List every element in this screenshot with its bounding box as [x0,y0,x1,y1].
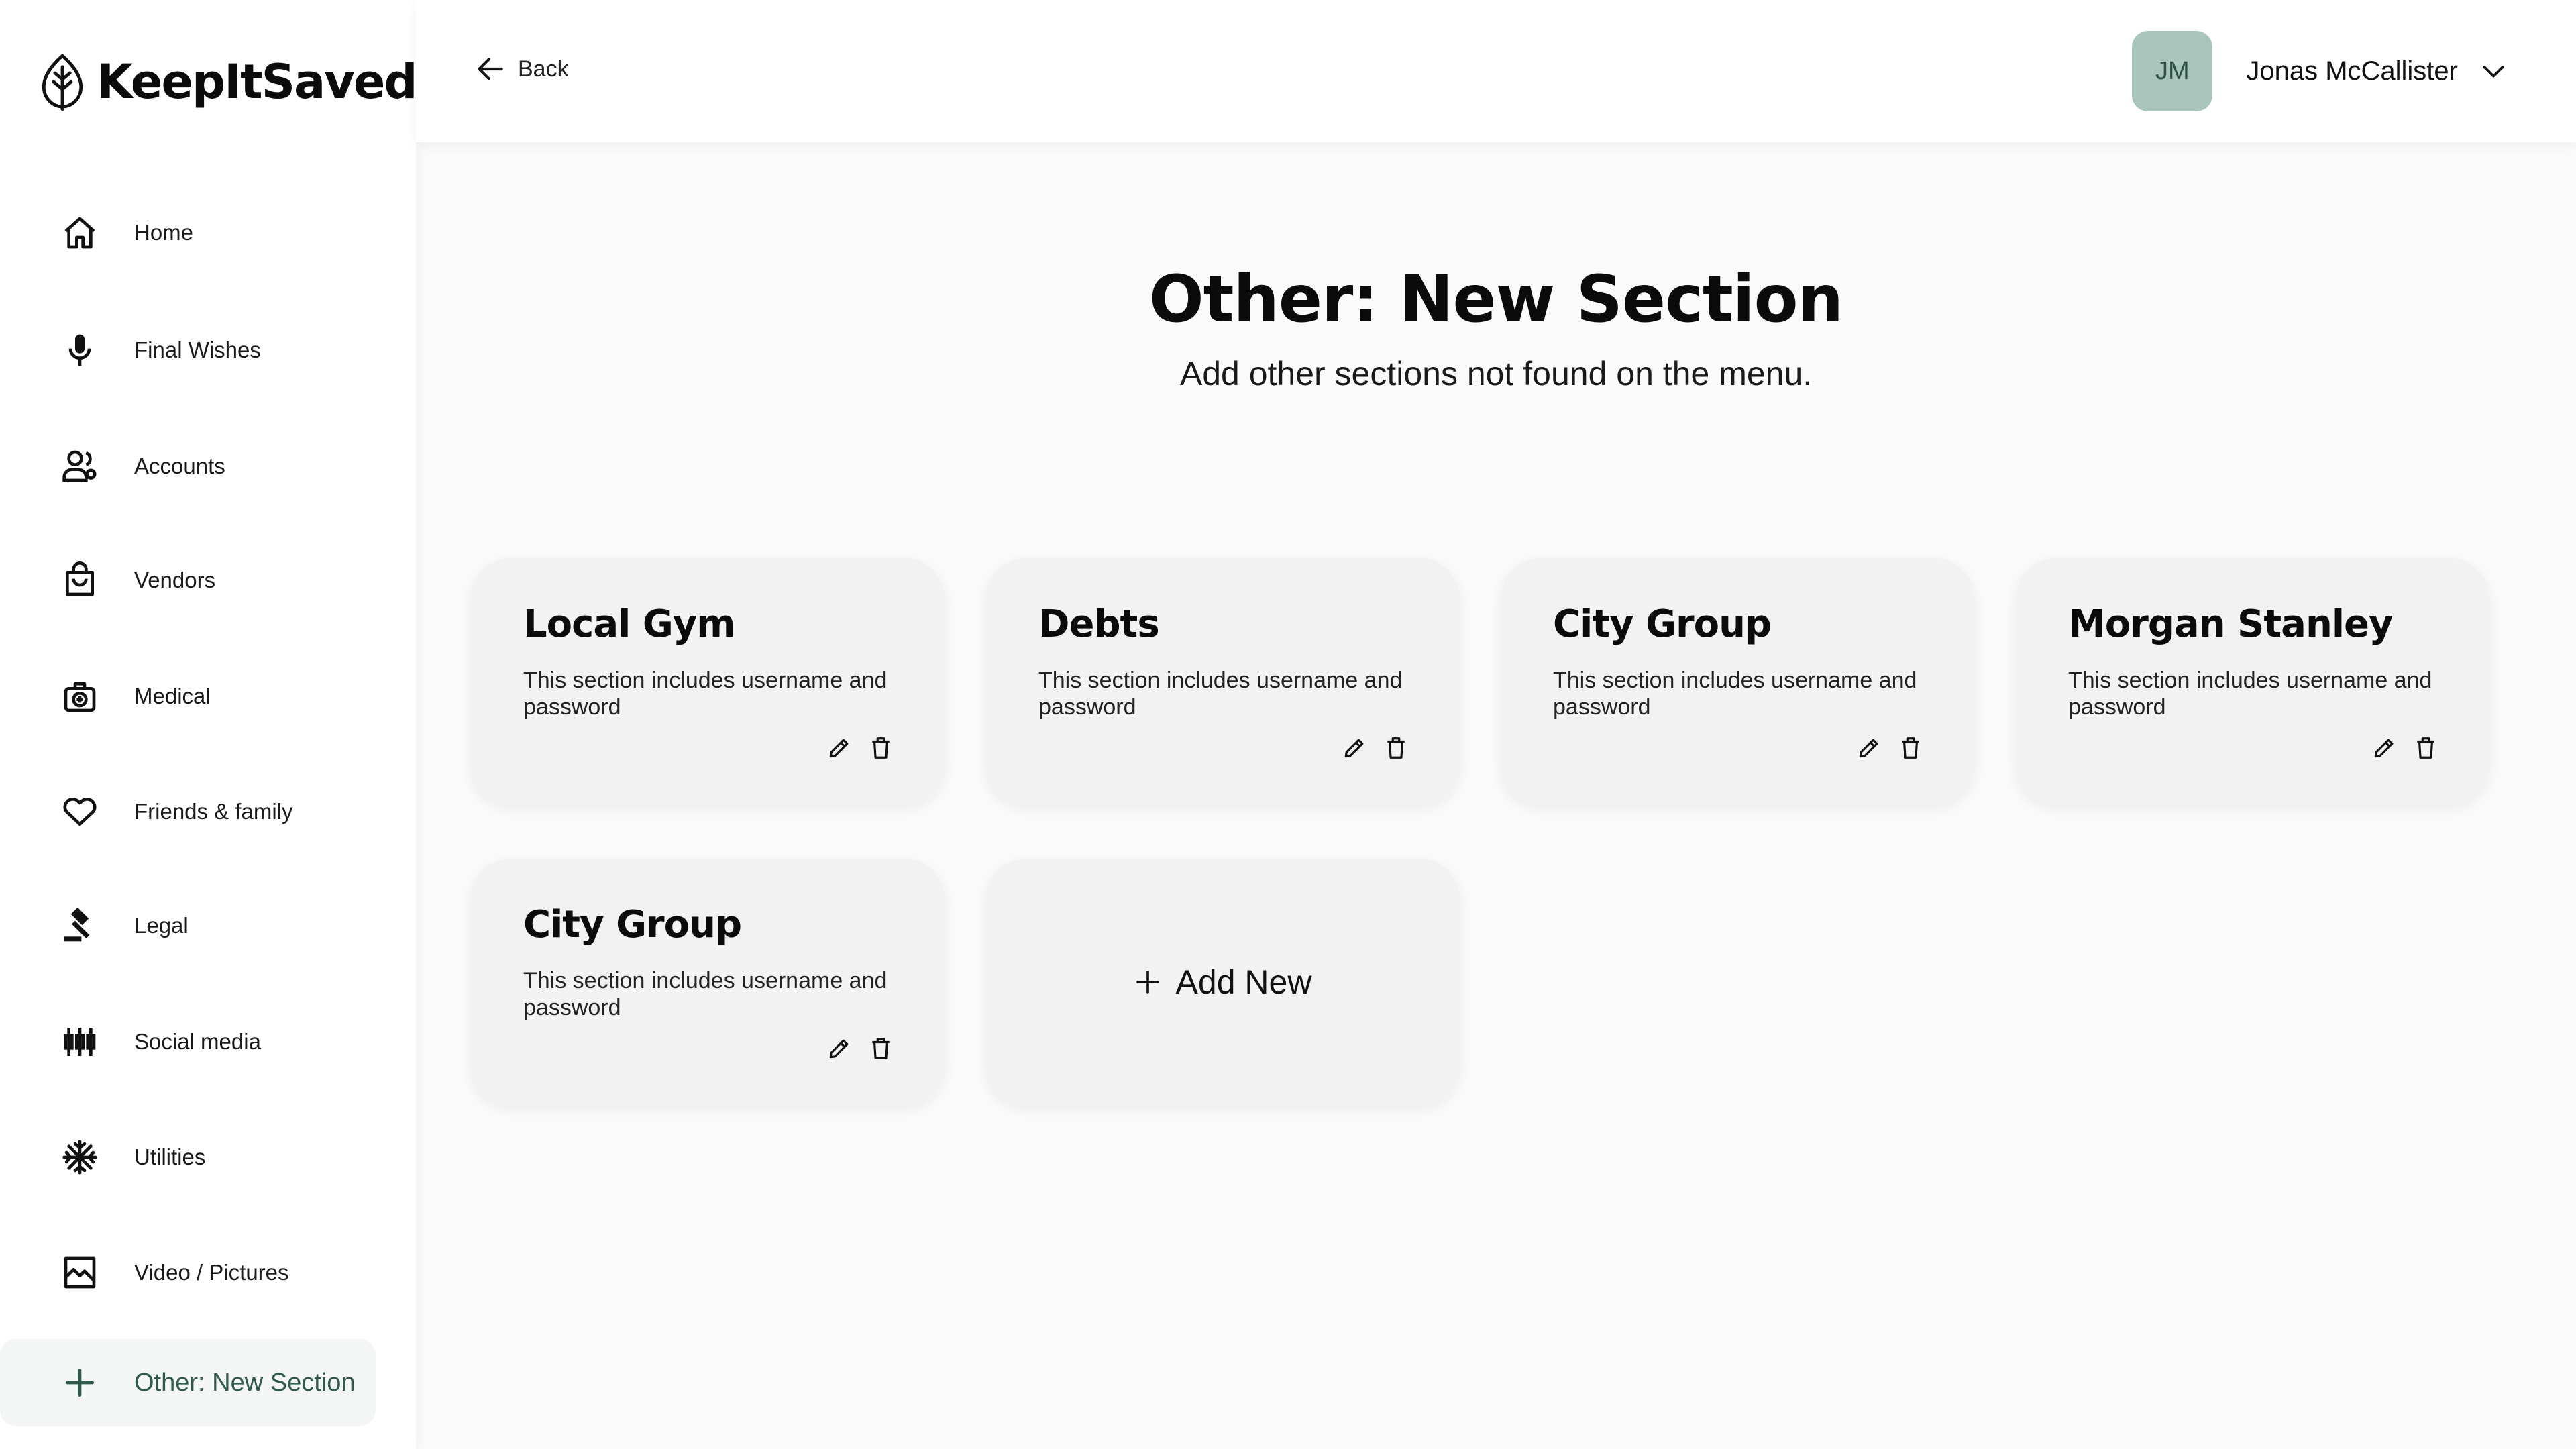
sidebar-item-label: Home [134,220,194,245]
pencil-icon [829,739,849,758]
edit-button[interactable] [1342,735,1367,761]
back-button[interactable]: Back [474,52,569,86]
back-label: Back [518,56,569,82]
image-icon [59,1252,101,1293]
card-actions [1856,735,1923,761]
page-title: Other: New Section [1149,262,1843,337]
user-name[interactable]: Jonas McCallister [2246,56,2458,87]
pencil-icon [1859,739,1878,758]
social-icon [59,1021,101,1063]
trash-icon [2417,737,2434,759]
logo-text: KeepItSaved [97,54,417,109]
card-title: Debts [1038,602,1160,646]
sidebar: KeepItSaved Home Final Wishes Accounts V… [0,0,417,1449]
chevron-down-icon[interactable] [2478,56,2509,87]
sidebar-item-label: Utilities [134,1144,206,1169]
page-subtitle: Add other sections not found on the menu… [1179,355,1813,392]
sidebar-item-label: Final Wishes [134,337,261,362]
gavel-icon [59,905,101,947]
card-actions [1342,735,1409,761]
sidebar-item-legal[interactable]: Legal [0,882,376,969]
sidebar-item-utilities[interactable]: Utilities [0,1114,376,1201]
sidebar-item-label: Social media [134,1029,261,1054]
sidebar-item-label: Friends & family [134,799,293,824]
shopping-bag-icon [59,559,101,601]
edit-button[interactable] [2371,735,2397,761]
trash-icon [872,737,890,759]
card-title: Local Gym [523,602,736,646]
snowflake-icon [59,1136,101,1178]
card-description: This section includes username and passw… [2068,667,2432,720]
heart-icon [59,791,101,833]
top-bar: Back JM Jonas McCallister [416,0,2576,142]
card-actions [826,735,894,761]
pencil-icon [829,1039,849,1059]
medical-bag-icon [59,676,101,717]
user-menu[interactable]: JM Jonas McCallister [2132,31,2509,111]
add-new-button[interactable]: Add New [986,859,1460,1106]
section-card[interactable]: Morgan Stanley This section includes use… [2016,558,2489,805]
sidebar-item-video-pictures[interactable]: Video / Pictures [0,1229,376,1316]
sidebar-item-label: Video / Pictures [134,1260,289,1285]
users-icon [59,445,101,487]
sidebar-item-medical[interactable]: Medical [0,653,376,740]
delete-button[interactable] [868,1036,894,1061]
section-card[interactable]: Local Gym This section includes username… [471,558,945,805]
card-description: This section includes username and passw… [1553,667,1917,720]
sidebar-item-other-new-section[interactable]: Other: New Section [0,1339,376,1426]
pencil-icon [2374,739,2394,758]
leaf-logo-icon [42,54,83,111]
card-description: This section includes username and passw… [1038,667,1403,720]
card-description: This section includes username and passw… [523,968,888,1020]
sidebar-item-label: Other: New Section [134,1368,356,1397]
sidebar-item-home[interactable]: Home [0,189,376,276]
sidebar-item-final-wishes[interactable]: Final Wishes [0,307,376,394]
delete-button[interactable] [1898,735,1923,761]
sidebar-item-accounts[interactable]: Accounts [0,423,376,510]
card-title: City Group [1553,602,1772,646]
sidebar-item-label: Accounts [134,453,225,478]
card-description: This section includes username and passw… [523,667,888,720]
section-card[interactable]: City Group This section includes usernam… [1501,558,1974,805]
section-card[interactable]: City Group This section includes usernam… [471,859,945,1106]
trash-icon [1387,737,1405,759]
sidebar-item-friends-family[interactable]: Friends & family [0,768,376,855]
section-card[interactable]: Debts This section includes username and… [986,558,1460,805]
card-actions [2371,735,2438,761]
card-title: City Group [523,903,742,947]
avatar[interactable]: JM [2132,31,2213,111]
plus-icon [1136,971,1159,994]
add-new-label: Add New [1175,963,1312,1001]
trash-icon [872,1038,890,1059]
home-icon [59,212,101,254]
delete-button[interactable] [1383,735,1409,761]
edit-button[interactable] [826,1036,852,1061]
microphone-icon [59,329,101,371]
edit-button[interactable] [1856,735,1882,761]
delete-button[interactable] [2413,735,2438,761]
edit-button[interactable] [826,735,852,761]
logo[interactable]: KeepItSaved [38,48,417,115]
sidebar-item-label: Vendors [134,568,216,592]
sidebar-item-label: Legal [134,913,189,938]
card-actions [826,1036,894,1061]
plus-icon [59,1362,101,1403]
pencil-icon [1344,739,1364,758]
trash-icon [1902,737,1919,759]
delete-button[interactable] [868,735,894,761]
sidebar-item-vendors[interactable]: Vendors [0,537,376,624]
card-title: Morgan Stanley [2068,602,2393,646]
sidebar-item-label: Medical [134,684,211,708]
arrow-left-icon [478,58,503,80]
sidebar-item-social-media[interactable]: Social media [0,998,376,1085]
